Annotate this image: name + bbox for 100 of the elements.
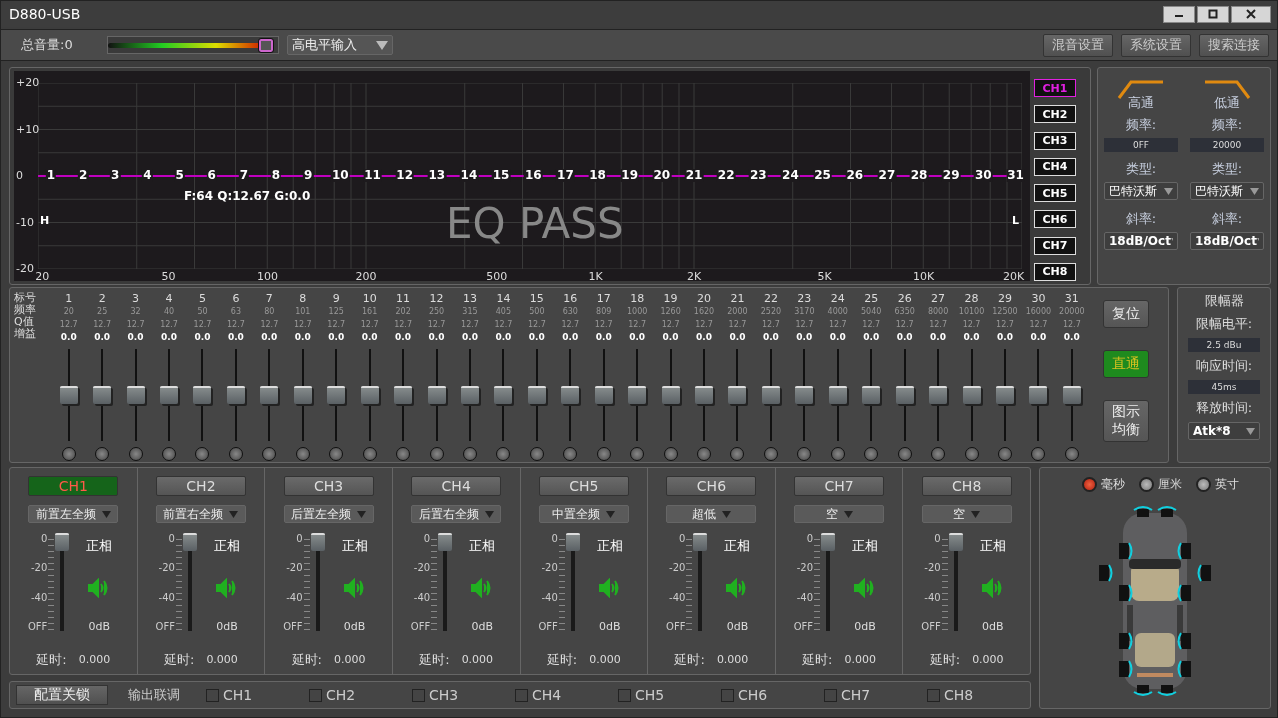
source-dropdown[interactable]: 后置右全频 bbox=[411, 505, 502, 523]
slider-thumb[interactable] bbox=[693, 533, 708, 551]
channel-tab[interactable]: CH5 bbox=[1034, 184, 1076, 203]
delay-value[interactable]: 0.000 bbox=[972, 651, 1004, 669]
phase-label[interactable]: 正相 bbox=[724, 537, 751, 555]
band-knob[interactable] bbox=[663, 447, 678, 461]
source-dropdown[interactable]: 空 bbox=[794, 505, 885, 523]
slider-thumb[interactable] bbox=[728, 386, 747, 404]
slider-thumb[interactable] bbox=[795, 386, 814, 404]
source-dropdown[interactable]: 超低 bbox=[666, 505, 757, 523]
band-marker[interactable]: 26 bbox=[845, 169, 865, 182]
band-marker[interactable]: 8 bbox=[270, 169, 282, 182]
checkbox-label[interactable]: CH7 bbox=[841, 687, 871, 703]
band-marker[interactable]: 31 bbox=[1006, 169, 1025, 182]
band-knob[interactable] bbox=[195, 447, 210, 461]
band-marker[interactable]: 16 bbox=[523, 169, 543, 182]
band-knob[interactable] bbox=[295, 447, 310, 461]
band-marker[interactable]: 13 bbox=[427, 169, 447, 182]
delay-value[interactable]: 0.000 bbox=[716, 651, 749, 669]
band-marker[interactable]: 21 bbox=[684, 169, 704, 182]
band-knob[interactable] bbox=[730, 447, 745, 461]
band-marker[interactable]: 24 bbox=[781, 169, 800, 182]
checkbox-label[interactable]: CH5 bbox=[635, 687, 665, 703]
toolbar-button[interactable]: 搜索连接 bbox=[1199, 33, 1269, 57]
band-knob[interactable] bbox=[95, 447, 110, 461]
checkbox[interactable] bbox=[206, 688, 219, 702]
delay-value[interactable]: 0.000 bbox=[461, 651, 494, 669]
channel-button[interactable]: CH3 bbox=[283, 476, 374, 496]
source-dropdown[interactable]: 中置全频 bbox=[538, 505, 629, 523]
eq-button[interactable]: 复位 bbox=[1102, 300, 1149, 328]
band-marker[interactable]: 29 bbox=[941, 169, 961, 182]
slider-thumb[interactable] bbox=[55, 533, 70, 551]
band-knob[interactable] bbox=[864, 447, 879, 461]
checkbox[interactable] bbox=[927, 688, 940, 702]
band-knob[interactable] bbox=[1031, 447, 1046, 461]
band-marker[interactable]: 19 bbox=[620, 169, 640, 182]
band-knob[interactable] bbox=[697, 447, 712, 461]
slider-thumb[interactable] bbox=[260, 386, 279, 404]
band-marker[interactable]: 7 bbox=[238, 169, 250, 182]
band-knob[interactable] bbox=[830, 447, 845, 461]
eq-button[interactable]: 图示均衡 bbox=[1102, 400, 1149, 442]
slider-thumb[interactable] bbox=[360, 386, 379, 404]
band-marker[interactable]: 12 bbox=[395, 169, 414, 182]
maximize-button[interactable] bbox=[1197, 5, 1229, 23]
band-knob[interactable] bbox=[396, 447, 411, 461]
band-knob[interactable] bbox=[429, 447, 444, 461]
channel-tab[interactable]: CH7 bbox=[1034, 236, 1076, 255]
slider-thumb[interactable] bbox=[293, 386, 312, 404]
slider-thumb[interactable] bbox=[310, 533, 325, 551]
checkbox[interactable] bbox=[618, 688, 631, 702]
source-dropdown[interactable]: 前置左全频 bbox=[28, 505, 119, 523]
band-marker[interactable]: 1 bbox=[45, 169, 57, 182]
band-knob[interactable] bbox=[763, 447, 778, 461]
band-marker[interactable]: 30 bbox=[974, 169, 993, 182]
channel-button[interactable]: CH5 bbox=[538, 476, 629, 496]
frequency-field[interactable]: 0FF bbox=[1104, 138, 1178, 152]
phase-label[interactable]: 正相 bbox=[852, 537, 879, 555]
channel-tab[interactable]: CH2 bbox=[1034, 105, 1076, 124]
frequency-field[interactable]: 20000 bbox=[1190, 138, 1264, 152]
speaker-icon[interactable] bbox=[343, 577, 366, 598]
input-dropdown[interactable]: 高电平输入 bbox=[287, 35, 393, 55]
band-knob[interactable] bbox=[1064, 447, 1079, 461]
band-knob[interactable] bbox=[630, 447, 645, 461]
phase-label[interactable]: 正相 bbox=[86, 537, 113, 555]
band-marker[interactable]: 22 bbox=[716, 169, 736, 182]
type-dropdown[interactable]: 巴特沃斯 bbox=[1104, 182, 1178, 200]
channel-tab[interactable]: CH3 bbox=[1034, 131, 1076, 150]
band-knob[interactable] bbox=[596, 447, 611, 461]
slider-thumb[interactable] bbox=[160, 386, 179, 404]
radio-label[interactable]: 厘米 bbox=[1157, 476, 1182, 493]
slope-dropdown[interactable]: 18dB/Oct bbox=[1190, 232, 1264, 250]
checkbox-label[interactable]: CH1 bbox=[223, 687, 253, 703]
band-knob[interactable] bbox=[329, 447, 344, 461]
band-marker[interactable]: 27 bbox=[877, 169, 897, 182]
checkbox-label[interactable]: CH4 bbox=[532, 687, 562, 703]
band-marker[interactable]: 23 bbox=[748, 169, 768, 182]
slider-thumb[interactable] bbox=[895, 386, 914, 404]
delay-value[interactable]: 0.000 bbox=[334, 651, 366, 669]
speaker-icon[interactable] bbox=[598, 577, 621, 598]
channel-button[interactable]: CH7 bbox=[794, 476, 885, 496]
slider-thumb[interactable] bbox=[126, 386, 145, 404]
phase-label[interactable]: 正相 bbox=[341, 537, 368, 555]
band-marker[interactable]: 10 bbox=[331, 169, 350, 182]
band-knob[interactable] bbox=[931, 447, 946, 461]
slider-thumb[interactable] bbox=[460, 386, 479, 404]
band-knob[interactable] bbox=[496, 447, 511, 461]
slider-thumb[interactable] bbox=[862, 386, 881, 404]
band-knob[interactable] bbox=[462, 447, 477, 461]
toolbar-button[interactable]: 混音设置 bbox=[1043, 33, 1113, 57]
band-knob[interactable] bbox=[128, 447, 143, 461]
delay-value[interactable]: 0.000 bbox=[78, 651, 111, 669]
band-knob[interactable] bbox=[964, 447, 979, 461]
delay-value[interactable]: 0.000 bbox=[206, 651, 238, 669]
channel-button[interactable]: CH6 bbox=[666, 476, 757, 496]
slider-thumb[interactable] bbox=[182, 533, 197, 551]
radio-label[interactable]: 毫秒 bbox=[1100, 476, 1125, 493]
slider-thumb[interactable] bbox=[258, 38, 274, 53]
slider-thumb[interactable] bbox=[394, 386, 413, 404]
checkbox[interactable] bbox=[824, 688, 837, 702]
channel-tab[interactable]: CH4 bbox=[1034, 157, 1076, 176]
